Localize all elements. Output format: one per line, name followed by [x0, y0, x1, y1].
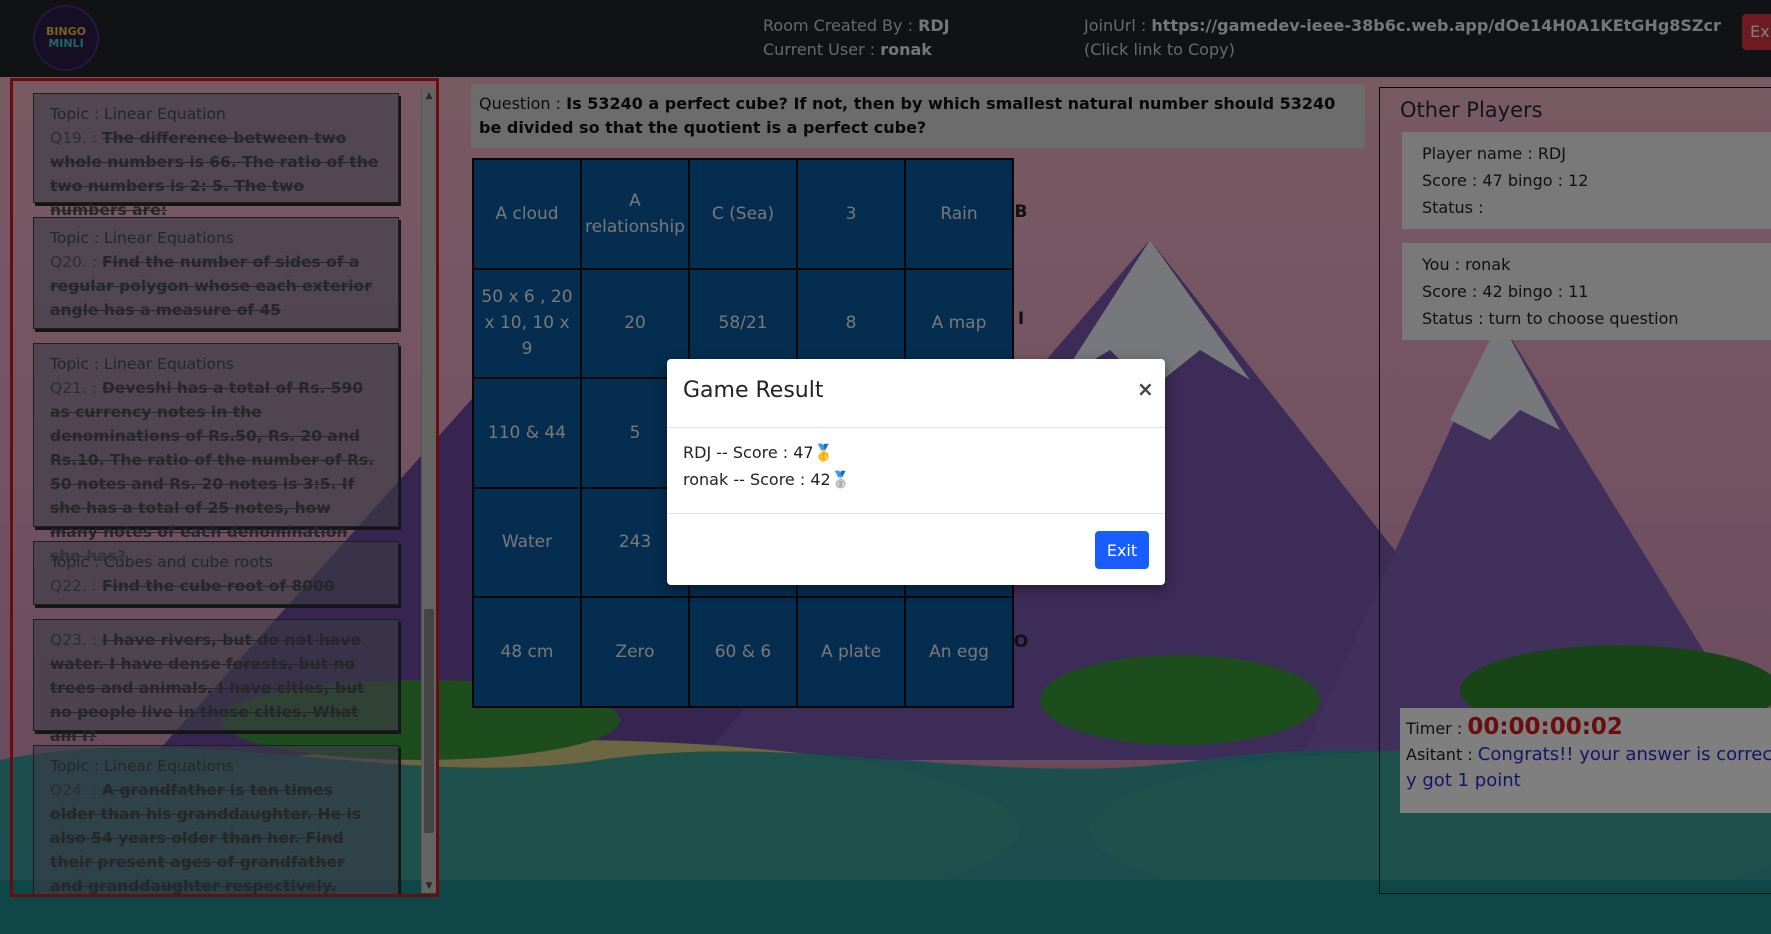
modal-title: Game Result: [683, 378, 824, 403]
exit-button[interactable]: Exit: [1095, 531, 1149, 569]
modal-footer: Exit: [667, 513, 1165, 586]
modal-header: Game Result ×: [667, 359, 1165, 428]
game-result-modal: Game Result × RDJ -- Score : 47🥇 ronak -…: [667, 359, 1165, 585]
result-row-first: RDJ -- Score : 47🥇: [683, 443, 834, 462]
result-row-second: ronak -- Score : 42🥈: [683, 470, 851, 489]
close-icon[interactable]: ×: [1137, 377, 1154, 401]
modal-body: RDJ -- Score : 47🥇 ronak -- Score : 42🥈: [683, 439, 851, 493]
